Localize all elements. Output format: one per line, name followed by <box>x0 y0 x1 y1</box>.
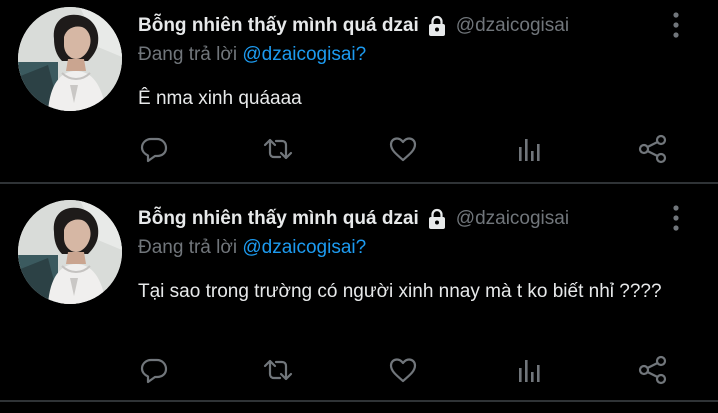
reply-icon <box>139 134 169 169</box>
reply-context: Đang trả lời @dzaicogisai? <box>138 44 366 66</box>
lock-icon <box>426 15 448 37</box>
retweet-button[interactable] <box>260 354 296 390</box>
reply-icon <box>139 355 169 390</box>
reply-prefix: Đang trả lời <box>138 44 243 65</box>
like-button[interactable] <box>385 133 421 169</box>
stats-button[interactable] <box>511 354 547 390</box>
lock-icon <box>426 208 448 230</box>
author-handle[interactable]: @dzaicogisai <box>456 15 602 37</box>
author-display-name[interactable]: Bỗng nhiên thấy mình quá dzai <box>138 208 419 230</box>
share-button[interactable] <box>635 354 671 390</box>
more-vertical-icon[interactable] <box>664 203 688 233</box>
avatar[interactable] <box>18 7 122 111</box>
reply-prefix: Đang trả lời <box>138 237 243 258</box>
retweet-button[interactable] <box>260 133 296 169</box>
author-display-name[interactable]: Bỗng nhiên thấy mình quá dzai <box>138 15 419 37</box>
more-vertical-icon[interactable] <box>664 10 688 40</box>
tweet-text: Tại sao trong trường có người xinh nnay … <box>138 281 662 302</box>
reply-button[interactable] <box>136 133 172 169</box>
like-button[interactable] <box>385 354 421 390</box>
retweet-icon <box>262 355 294 390</box>
reply-button[interactable] <box>136 354 172 390</box>
stats-button[interactable] <box>511 133 547 169</box>
share-icon <box>637 354 669 391</box>
tweet[interactable]: Bỗng nhiên thấy mình quá dzai @dzaicogis… <box>0 183 718 403</box>
tweet-header: Bỗng nhiên thấy mình quá dzai @dzaicogis… <box>138 205 602 233</box>
stats-icon <box>514 134 544 169</box>
heart-icon <box>388 134 418 169</box>
stats-icon <box>514 355 544 390</box>
tweet[interactable]: Bỗng nhiên thấy mình quá dzai @dzaicogis… <box>0 0 718 184</box>
reply-context: Đang trả lời @dzaicogisai? <box>138 237 366 259</box>
retweet-icon <box>262 134 294 169</box>
tweet-text: Ê nma xinh quáaaa <box>138 88 302 109</box>
share-button[interactable] <box>635 133 671 169</box>
share-icon <box>637 133 669 170</box>
divider <box>0 400 718 402</box>
heart-icon <box>388 355 418 390</box>
avatar[interactable] <box>18 200 122 304</box>
tweet-header: Bỗng nhiên thấy mình quá dzai @dzaicogis… <box>138 12 602 40</box>
reply-mention-link[interactable]: @dzaicogisai? <box>242 237 366 258</box>
reply-mention-link[interactable]: @dzaicogisai? <box>242 44 366 65</box>
author-handle[interactable]: @dzaicogisai <box>456 208 602 230</box>
